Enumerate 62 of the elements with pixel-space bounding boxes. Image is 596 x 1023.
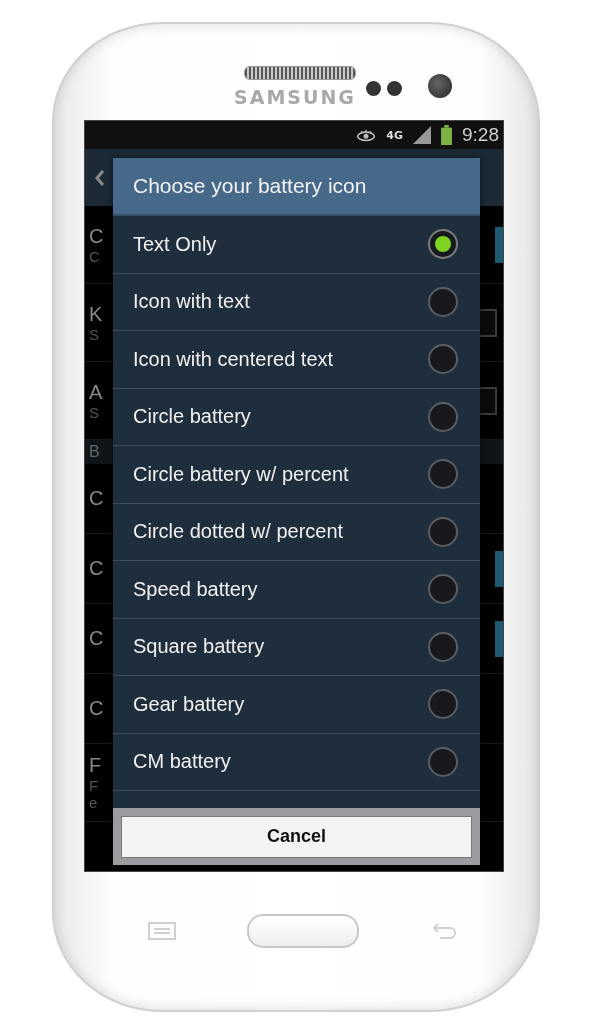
network-type-label: 4G	[386, 128, 403, 142]
dialog-title: Choose your battery icon	[113, 158, 480, 216]
setting-title: C	[89, 627, 104, 650]
menu-icon[interactable]	[148, 922, 176, 940]
option-label: Icon with centered text	[133, 347, 334, 371]
option-label: Speed battery	[133, 577, 258, 601]
home-button[interactable]	[247, 914, 359, 948]
radio-button[interactable]	[428, 229, 458, 260]
toggle-switch[interactable]	[495, 226, 503, 263]
camera-lens	[428, 74, 452, 98]
signal-icon	[413, 126, 431, 144]
option-label: Square battery	[133, 635, 265, 659]
radio-button[interactable]	[428, 401, 458, 432]
setting-title: C	[89, 487, 104, 510]
brand-logo-text: SAMSUNG	[234, 86, 356, 108]
radio-button[interactable]	[428, 516, 458, 547]
setting-title: C	[89, 557, 104, 580]
section-header-text: B	[89, 443, 100, 461]
option-label: CM battery	[133, 750, 231, 774]
radio-button[interactable]	[428, 286, 458, 317]
option-row[interactable]: Circle battery	[113, 388, 480, 446]
radio-button[interactable]	[428, 574, 458, 605]
option-label: Circle battery	[133, 405, 251, 429]
back-icon[interactable]	[430, 922, 458, 940]
option-row[interactable]: Speed battery	[113, 561, 480, 619]
option-row[interactable]: Icon with centered text	[113, 331, 480, 389]
back-chevron-icon[interactable]	[95, 168, 105, 187]
eye-icon	[356, 128, 377, 142]
option-row[interactable]: Text Only	[113, 216, 480, 274]
radio-button[interactable]	[428, 746, 458, 777]
setting-summary: S	[89, 403, 100, 421]
toggle-switch[interactable]	[495, 550, 503, 587]
option-row[interactable]: Circle dotted w/ percent	[113, 503, 480, 561]
cancel-button[interactable]: Cancel	[121, 815, 472, 858]
option-row[interactable]: Square battery	[113, 618, 480, 676]
option-row[interactable]: Circle battery w/ percent	[113, 446, 480, 504]
radio-button[interactable]	[428, 631, 458, 662]
battery-icon	[441, 125, 452, 145]
setting-title: A	[89, 380, 103, 404]
setting-title: F	[89, 754, 102, 777]
option-row[interactable]: Gear battery	[113, 676, 480, 734]
radio-button[interactable]	[428, 689, 458, 720]
radio-button[interactable]	[428, 459, 458, 490]
setting-title: C	[89, 224, 104, 248]
setting-summary: F	[89, 777, 100, 794]
clock-time: 9:28	[462, 124, 499, 146]
option-label: Circle dotted w/ percent	[133, 520, 344, 544]
setting-summary: e	[89, 794, 99, 811]
sensor-dot	[366, 81, 381, 96]
toggle-switch[interactable]	[495, 620, 503, 657]
option-label: Icon with text	[133, 290, 250, 314]
option-row[interactable]: Icon with text	[113, 273, 480, 331]
setting-title: C	[89, 697, 104, 720]
setting-summary: S	[89, 325, 100, 343]
option-label: Circle battery w/ percent	[133, 462, 349, 486]
radio-button[interactable]	[428, 344, 458, 375]
option-label: Text Only	[133, 232, 217, 256]
option-label: Gear battery	[133, 692, 245, 716]
sensor-dot	[387, 81, 402, 96]
setting-summary: C	[89, 247, 101, 265]
setting-title: K	[89, 302, 103, 326]
option-row[interactable]: CM battery	[113, 733, 480, 791]
